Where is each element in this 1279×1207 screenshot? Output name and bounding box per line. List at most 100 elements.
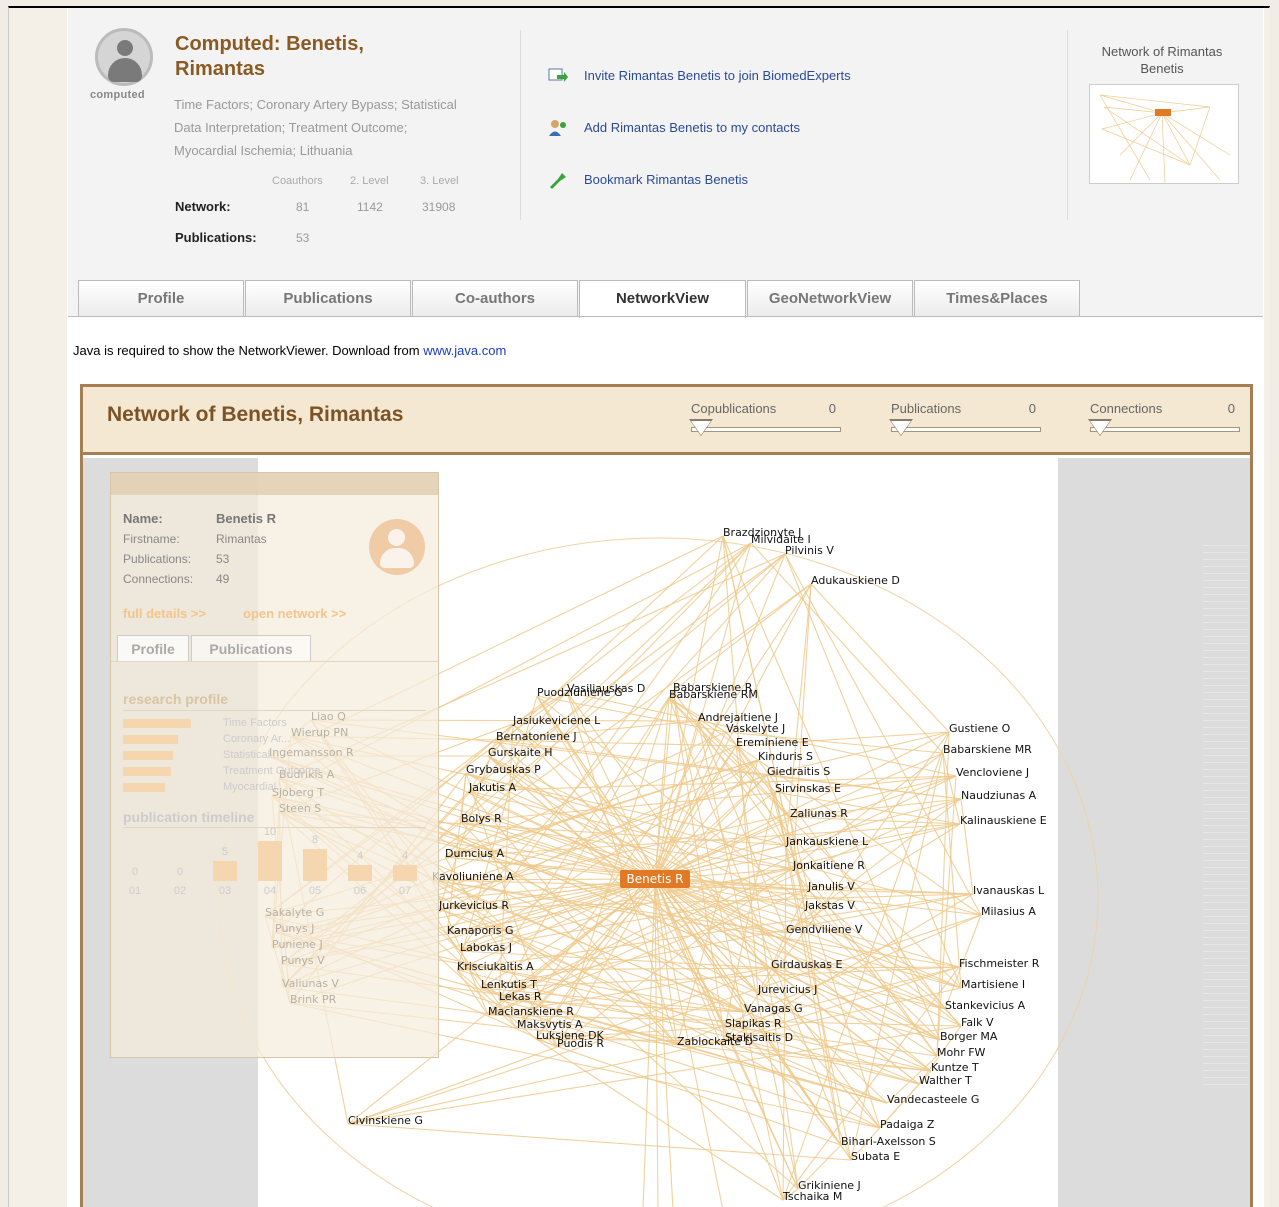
tab-networkview[interactable]: NetworkView — [579, 280, 746, 318]
node-index-item[interactable] — [1203, 554, 1248, 560]
network-node-label[interactable]: Kalinauskiene E — [960, 814, 1047, 827]
node-index-item[interactable] — [1203, 869, 1248, 875]
network-node-label[interactable]: Ivanauskas L — [973, 884, 1045, 897]
node-index-item[interactable] — [1203, 953, 1248, 959]
node-index-item[interactable] — [1203, 1016, 1248, 1022]
node-index-item[interactable] — [1203, 764, 1248, 770]
network-node-label[interactable]: Kanaporis G — [447, 924, 514, 937]
network-node-label[interactable]: Puodziuniene G — [537, 686, 622, 699]
node-index-item[interactable] — [1203, 918, 1248, 924]
network-node-label[interactable]: Ereminiene E — [736, 736, 809, 749]
node-index-item[interactable] — [1203, 729, 1248, 735]
panel-titlebar[interactable] — [111, 473, 438, 495]
network-node-label[interactable]: Bolys R — [461, 812, 502, 825]
node-index-item[interactable] — [1203, 701, 1248, 707]
node-index-item[interactable] — [1203, 757, 1248, 763]
node-index-item[interactable] — [1203, 1058, 1248, 1064]
network-node-label[interactable]: Jankauskiene L — [785, 835, 869, 848]
network-node-label[interactable]: Slapikas R — [725, 1017, 782, 1030]
node-index-item[interactable] — [1203, 1051, 1248, 1057]
node-index-item[interactable] — [1203, 694, 1248, 700]
node-index-item[interactable] — [1203, 925, 1248, 931]
network-node-label[interactable]: Zablockaite D — [677, 1035, 753, 1048]
node-index-item[interactable] — [1203, 813, 1248, 819]
network-node-label[interactable]: Vandecasteele G — [887, 1093, 979, 1106]
node-index-item[interactable] — [1203, 988, 1248, 994]
tab-co-authors[interactable]: Co-authors — [412, 280, 578, 316]
tab-profile[interactable]: Profile — [78, 280, 244, 316]
node-index-item[interactable] — [1203, 981, 1248, 987]
network-node-label[interactable]: Milasius A — [981, 905, 1036, 918]
bookmark-link[interactable]: Bookmark Rimantas Benetis — [584, 172, 748, 187]
network-node-label[interactable]: Gurskaite H — [488, 746, 553, 759]
network-node-label[interactable]: Krisciukaitis A — [457, 960, 534, 973]
network-node-label[interactable]: Falk V — [961, 1016, 994, 1029]
tab-times-places[interactable]: Times&Places — [914, 280, 1080, 316]
slider-track[interactable] — [891, 427, 1041, 432]
network-node-label[interactable]: Vencloviene J — [956, 766, 1029, 779]
network-node-label[interactable]: Zaliunas R — [790, 807, 848, 820]
node-index-item[interactable] — [1203, 589, 1248, 595]
network-node-label[interactable]: Borger MA — [940, 1030, 998, 1043]
node-index-item[interactable] — [1203, 722, 1248, 728]
network-node-label[interactable]: Naudziunas A — [961, 789, 1037, 802]
node-index-item[interactable] — [1203, 855, 1248, 861]
node-index-item[interactable] — [1203, 939, 1248, 945]
network-node-label[interactable]: Walther T — [919, 1074, 972, 1087]
network-node-label[interactable]: Lekas R — [499, 990, 542, 1003]
network-node-label[interactable]: Martisiene I — [961, 978, 1025, 991]
node-index-item[interactable] — [1203, 799, 1248, 805]
network-node-label[interactable]: Kinduris S — [758, 750, 813, 763]
panel-tab-profile[interactable]: Profile — [117, 635, 189, 661]
node-index-item[interactable] — [1203, 1079, 1248, 1085]
network-node-label[interactable]: Jonkaitiene R — [792, 859, 865, 872]
network-node-label[interactable]: Sirvinskas E — [775, 782, 841, 795]
node-index-item[interactable] — [1203, 1044, 1248, 1050]
node-index-item[interactable] — [1203, 624, 1248, 630]
node-index-item[interactable] — [1203, 806, 1248, 812]
network-node-label[interactable]: Jakstas V — [804, 899, 855, 912]
network-node-label[interactable]: Kavoliuniene A — [432, 870, 514, 883]
node-index-item[interactable] — [1203, 666, 1248, 672]
network-level3[interactable]: 31908 — [422, 200, 455, 214]
add-contact-link[interactable]: Add Rimantas Benetis to my contacts — [584, 120, 800, 135]
node-index-item[interactable] — [1203, 743, 1248, 749]
node-index-item[interactable] — [1203, 841, 1248, 847]
invite-link[interactable]: Invite Rimantas Benetis to join BiomedEx… — [584, 68, 851, 83]
network-node-label[interactable]: Bihari-Axelsson S — [841, 1135, 936, 1148]
node-index-item[interactable] — [1203, 820, 1248, 826]
network-node-label[interactable]: Labokas J — [460, 941, 512, 954]
network-node-label[interactable]: Gustiene O — [949, 722, 1011, 735]
node-index-item[interactable] — [1203, 995, 1248, 1001]
node-index-item[interactable] — [1203, 610, 1248, 616]
node-index-item[interactable] — [1203, 904, 1248, 910]
network-node-label[interactable]: Bernatoniene J — [496, 730, 577, 743]
node-index-item[interactable] — [1203, 638, 1248, 644]
node-index-item[interactable] — [1203, 575, 1248, 581]
slider-track[interactable] — [1090, 427, 1240, 432]
network-coauthors[interactable]: 81 — [296, 200, 309, 214]
network-node-label[interactable]: Jurevicius J — [757, 983, 817, 996]
node-index-item[interactable] — [1203, 568, 1248, 574]
full-details-link[interactable]: full details >> — [123, 606, 206, 621]
publications-slider[interactable]: Publications 0 — [889, 401, 1041, 441]
network-node-label[interactable]: Girdauskas E — [771, 958, 842, 971]
network-level2[interactable]: 1142 — [357, 200, 383, 214]
node-index-item[interactable] — [1203, 932, 1248, 938]
copublications-slider[interactable]: Copublications 0 — [689, 401, 841, 441]
node-index-item[interactable] — [1203, 883, 1248, 889]
node-index-item[interactable] — [1203, 960, 1248, 966]
node-index-item[interactable] — [1203, 1030, 1248, 1036]
node-index-item[interactable] — [1203, 1009, 1248, 1015]
node-index-item[interactable] — [1203, 792, 1248, 798]
node-index-item[interactable] — [1203, 876, 1248, 882]
node-index-item[interactable] — [1203, 1065, 1248, 1071]
node-index-item[interactable] — [1203, 617, 1248, 623]
network-node-label[interactable]: Vanagas G — [744, 1002, 803, 1015]
node-index-item[interactable] — [1203, 582, 1248, 588]
node-index-item[interactable] — [1203, 974, 1248, 980]
node-index-item[interactable] — [1203, 750, 1248, 756]
network-node-label[interactable]: Pilvinis V — [785, 544, 834, 557]
node-index-item[interactable] — [1203, 715, 1248, 721]
network-canvas[interactable]: Brazdzionyte J Milvidaite I Pilvinis V Aduk… — [83, 458, 1250, 1207]
